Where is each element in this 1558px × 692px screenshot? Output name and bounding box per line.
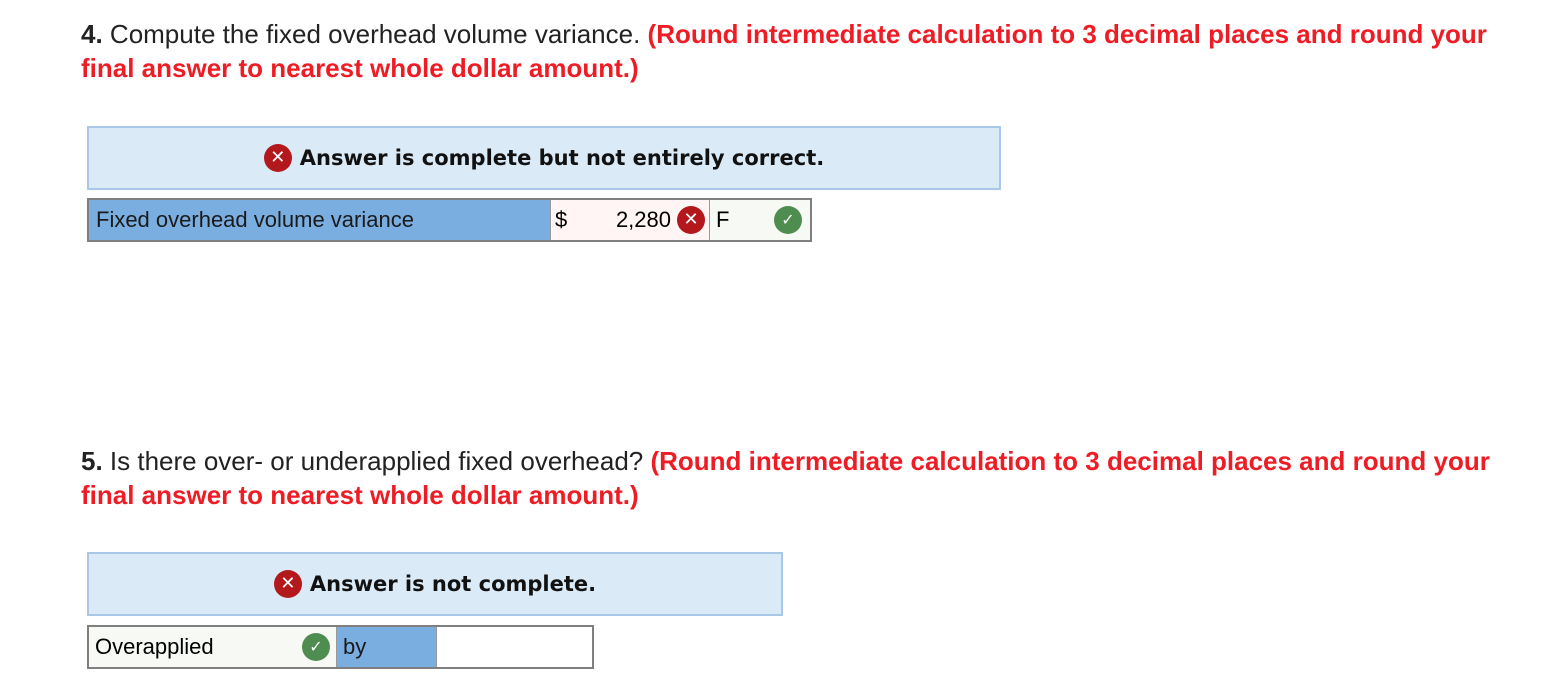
selected-option: Overapplied	[95, 634, 214, 659]
question-number: 5.	[81, 446, 103, 476]
over-under-select[interactable]: Overapplied ✓	[89, 627, 337, 667]
row-label: Fixed overhead volume variance	[89, 200, 551, 240]
question-number: 4.	[81, 19, 103, 49]
by-label: by	[337, 627, 437, 667]
answer-status-banner: ✕ Answer is complete but not entirely co…	[87, 126, 1001, 190]
answer-status-banner: ✕ Answer is not complete.	[87, 552, 783, 616]
incorrect-icon: ✕	[263, 144, 292, 172]
amount-input[interactable]: $ 2,280 ✕	[551, 200, 710, 240]
amount-input[interactable]	[437, 627, 592, 667]
question-text: Is there over- or underapplied fixed ove…	[102, 446, 651, 476]
incorrect-icon: ✕	[677, 206, 705, 234]
answer-row-volume-variance: Fixed overhead volume variance $ 2,280 ✕…	[87, 198, 812, 242]
banner-text: Answer is complete but not entirely corr…	[299, 146, 825, 170]
variance-type-value: F	[716, 207, 730, 232]
answer-row-over-under: Overapplied ✓ by	[87, 625, 594, 669]
question-text: Compute the fixed overhead volume varian…	[102, 19, 648, 49]
question-4-prompt: 4. Compute the fixed overhead volume var…	[81, 17, 1501, 85]
question-5-prompt: 5. Is there over- or underapplied fixed …	[81, 444, 1501, 512]
incorrect-icon: ✕	[273, 570, 302, 598]
amount-value: 2,280	[615, 207, 671, 232]
correct-icon: ✓	[302, 633, 330, 661]
banner-text: Answer is not complete.	[309, 572, 597, 596]
correct-icon: ✓	[774, 206, 802, 234]
variance-type-select[interactable]: F ✓	[710, 200, 810, 240]
currency-symbol: $	[555, 207, 568, 232]
